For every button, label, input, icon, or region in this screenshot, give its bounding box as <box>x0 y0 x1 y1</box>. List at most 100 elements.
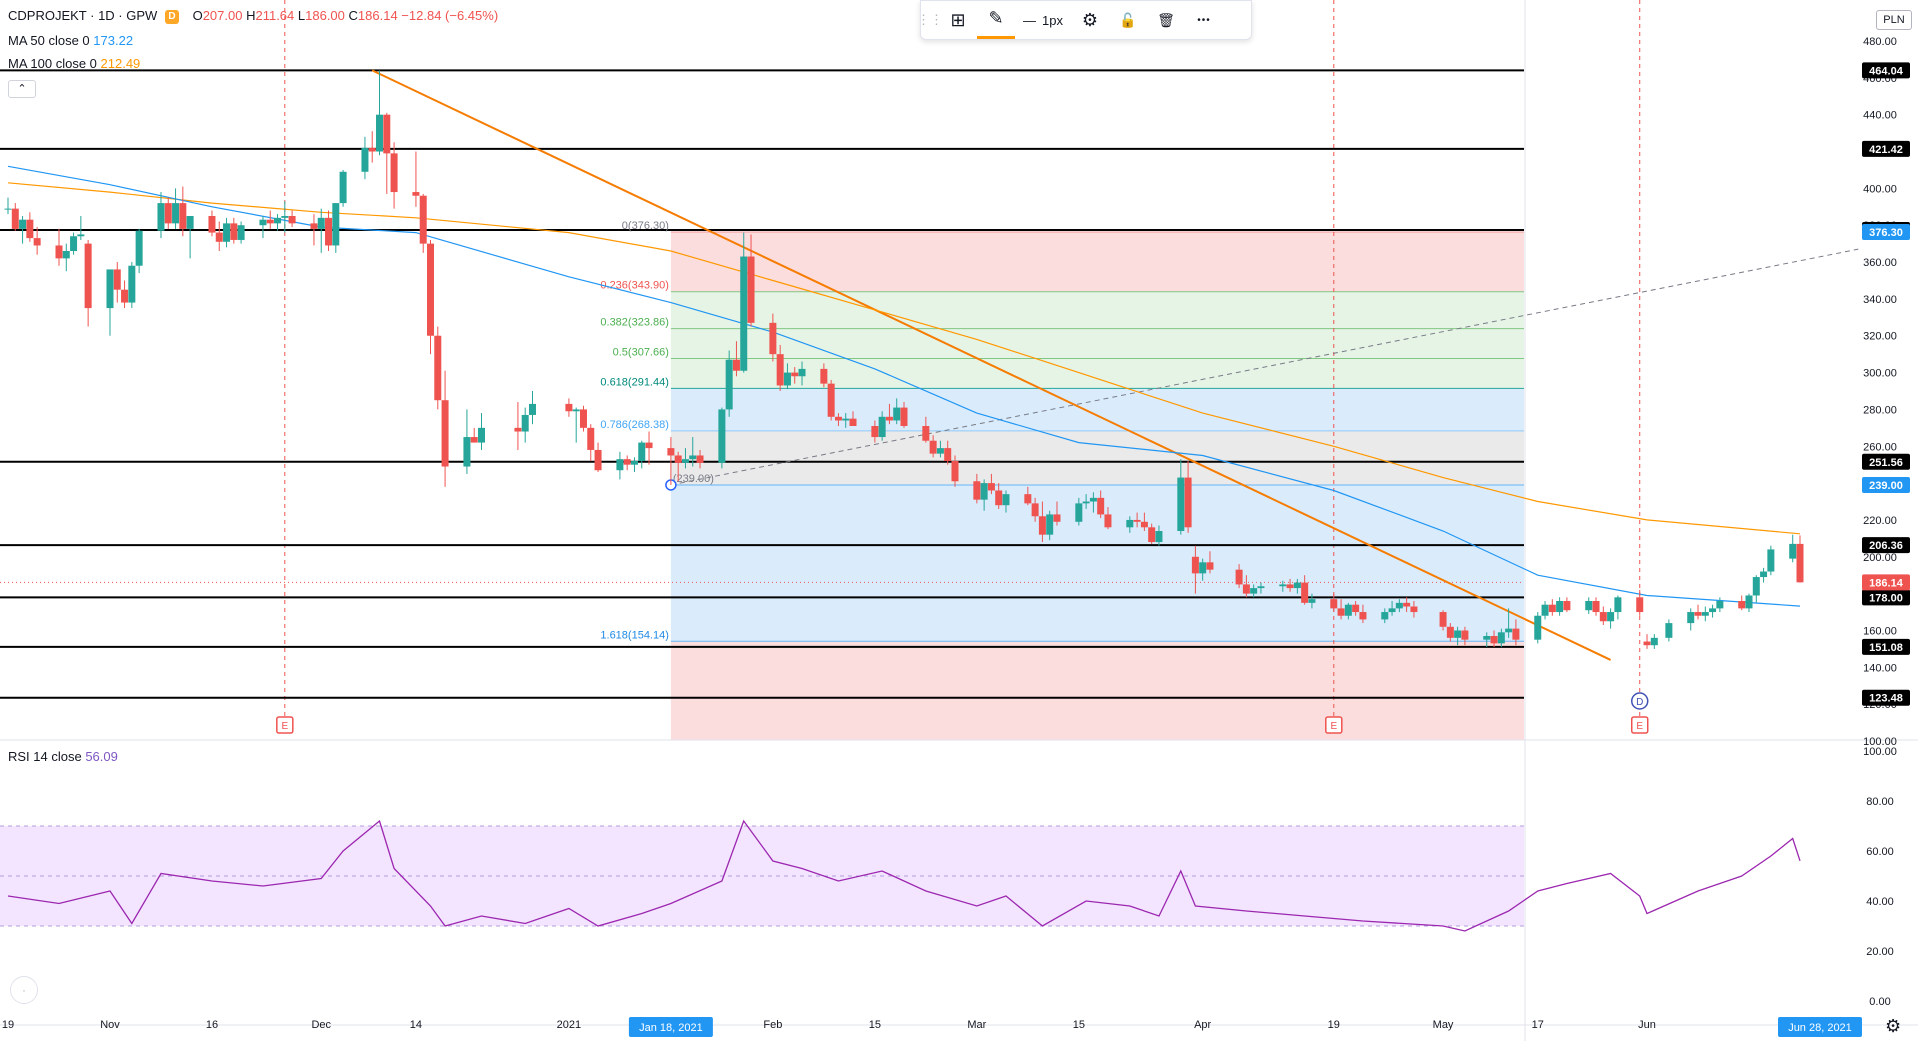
templates-icon[interactable]: ⊞ <box>939 1 977 39</box>
level-price-tag-label: 251.56 <box>1869 457 1903 469</box>
time-axis-tick: Mar <box>967 1019 986 1031</box>
candle-body <box>441 400 449 467</box>
time-axis-tick: 16 <box>206 1019 218 1031</box>
time-axis-tick: Nov <box>100 1019 120 1031</box>
price-axis-tick: 440.00 <box>1863 110 1897 122</box>
candle <box>1745 593 1753 613</box>
trash-icon[interactable]: 🗑 <box>1147 1 1185 39</box>
candle-body <box>871 426 879 438</box>
candle <box>26 212 34 242</box>
candle-body <box>936 448 944 454</box>
fib-level-label: 0.382(323.86) <box>600 317 669 329</box>
currency-button[interactable]: PLN <box>1876 10 1912 30</box>
candle-body <box>820 368 828 384</box>
candle-body <box>113 269 121 290</box>
candle <box>84 239 92 327</box>
ma100-legend[interactable]: MA 100 close 0 212.49 <box>8 56 140 71</box>
dividend-marker-label: D <box>1636 697 1643 708</box>
candle-body <box>1592 601 1600 613</box>
candle <box>827 379 835 421</box>
line-width-button[interactable]: — 1px <box>1015 1 1071 39</box>
pencil-color-icon[interactable]: ✎ <box>977 1 1015 39</box>
scroll-to-realtime-button[interactable]: · <box>10 976 38 1004</box>
candle-body <box>630 461 638 465</box>
candle-body <box>681 459 689 463</box>
exchange-label: GPW <box>126 8 158 23</box>
candle <box>62 243 70 272</box>
candle-body <box>223 223 231 242</box>
candle-body <box>390 153 398 193</box>
line-width-icon: — <box>1023 12 1036 28</box>
candle <box>419 193 427 253</box>
candle-body <box>791 372 799 377</box>
candle-body <box>172 203 180 224</box>
rsi-axis-tick: 0.00 <box>1869 996 1890 1008</box>
unlock-icon[interactable]: 🔓 <box>1109 1 1147 39</box>
candle-body <box>274 217 282 224</box>
time-axis-tick: Dec <box>311 1019 331 1031</box>
candle <box>135 228 143 274</box>
candle <box>1694 604 1702 620</box>
candle <box>1767 545 1775 576</box>
candle-body <box>1490 636 1498 644</box>
collapse-legend-button[interactable]: ⌃ <box>8 80 36 98</box>
interval-label[interactable]: 1D <box>98 8 115 23</box>
candle-body <box>106 269 114 309</box>
candle-body <box>1497 632 1505 644</box>
time-axis-tick: 15 <box>1073 1019 1085 1031</box>
candle-body <box>1126 519 1134 528</box>
settings-gear-icon[interactable]: ⚙ <box>1071 1 1109 39</box>
rsi-axis-tick: 40.00 <box>1866 896 1894 908</box>
candle-body <box>740 256 748 371</box>
candle <box>514 402 522 450</box>
candle-body <box>1199 562 1207 574</box>
chart-settings-gear-icon[interactable]: ⚙ <box>1885 1016 1901 1037</box>
symbol-name[interactable]: CDPROJEKT <box>8 8 87 23</box>
candle-body <box>230 223 238 240</box>
legend-sep: · <box>86 8 99 23</box>
candle-body <box>572 409 580 412</box>
candle-body <box>973 481 981 500</box>
ma50-label: MA 50 close 0 <box>8 33 90 48</box>
price-axis-tick: 300.00 <box>1863 368 1897 380</box>
candle-body <box>1548 604 1556 613</box>
chart-root[interactable]: E E E D 0(376.30) 0.236(343.90) 0.382(323.86)… <box>0 0 1918 1041</box>
candle-body <box>1301 582 1309 603</box>
candle-body <box>1242 584 1250 594</box>
candle-body <box>325 217 333 246</box>
more-icon[interactable]: ••• <box>1185 1 1223 39</box>
time-highlight-start-label: Jan 18, 2021 <box>639 1022 703 1034</box>
fib-level-label: 0.236(343.90) <box>600 280 669 292</box>
candle <box>1607 608 1615 629</box>
candle-body <box>922 426 930 441</box>
candle <box>281 201 289 233</box>
candle-body <box>1257 586 1265 589</box>
candle-body <box>893 407 901 421</box>
chevron-up-icon: ⌃ <box>17 83 27 95</box>
rsi-label: RSI 14 close <box>8 749 82 764</box>
price-chart[interactable]: E E E D 0(376.30) 0.236(343.90) 0.382(323.86)… <box>0 0 1918 1041</box>
candle <box>1643 634 1651 649</box>
candle-body <box>332 203 340 246</box>
candle-body <box>1789 543 1797 559</box>
candle <box>521 407 529 443</box>
ohlc-open-key: O <box>192 8 203 23</box>
candle-body <box>339 171 347 204</box>
drag-grip-icon[interactable]: ⋮⋮ <box>917 1 943 39</box>
candle <box>70 232 78 255</box>
candle-body <box>19 219 27 229</box>
candle-body <box>1089 497 1097 502</box>
ma50-legend[interactable]: MA 50 close 0 173.22 <box>8 33 133 48</box>
candle-body <box>1330 599 1338 609</box>
rsi-legend[interactable]: RSI 14 close 56.09 <box>8 749 118 764</box>
candle <box>1701 606 1709 622</box>
dividend-badge[interactable]: D <box>164 10 179 24</box>
candle <box>230 217 238 244</box>
candle <box>572 407 580 443</box>
candle-body <box>783 372 791 386</box>
candle <box>1665 619 1673 642</box>
candle-body <box>1104 514 1112 528</box>
candle-body <box>1454 630 1462 638</box>
line-width-label: 1px <box>1042 12 1063 28</box>
candle-body <box>1388 608 1396 613</box>
